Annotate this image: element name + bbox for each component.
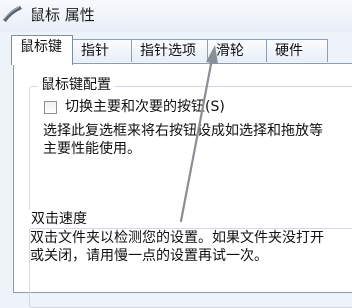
tab-pointer-options[interactable]: 指针选项: [131, 39, 208, 62]
double-click-title: 双击速度: [28, 210, 90, 228]
swap-description-line2: 主要性能使用。: [43, 141, 141, 157]
tab-panel: 鼠标键配置 切换主要和次要的按钮(S) 选择此复选框来将右按钮设成如选择和拖放等…: [13, 63, 352, 308]
mouse-icon: [3, 6, 22, 22]
title-bar: 鼠标 属性: [0, 0, 352, 32]
tab-wheel[interactable]: 滑轮: [207, 39, 267, 62]
double-click-description-line1: 双击文件夹以检测您的设置。如果文件夹没打开: [30, 230, 324, 246]
window-title: 鼠标 属性: [30, 6, 95, 24]
double-click-description-line2: 或关闭，请用慢一点的设置再试一次。: [30, 248, 268, 264]
button-config-title: 鼠标键配置: [38, 76, 114, 94]
tab-strip: 鼠标键 指针 指针选项 滑轮 硬件: [0, 32, 352, 65]
tab-hardware[interactable]: 硬件: [266, 39, 328, 62]
swap-buttons-checkbox[interactable]: [44, 101, 57, 114]
swap-buttons-label[interactable]: 切换主要和次要的按钮(S): [65, 98, 225, 117]
tab-buttons[interactable]: 鼠标键: [11, 35, 73, 65]
swap-description-line1: 选择此复选框来将右按钮设成如选择和拖放等: [43, 123, 323, 139]
tab-pointers[interactable]: 指针: [72, 39, 132, 62]
